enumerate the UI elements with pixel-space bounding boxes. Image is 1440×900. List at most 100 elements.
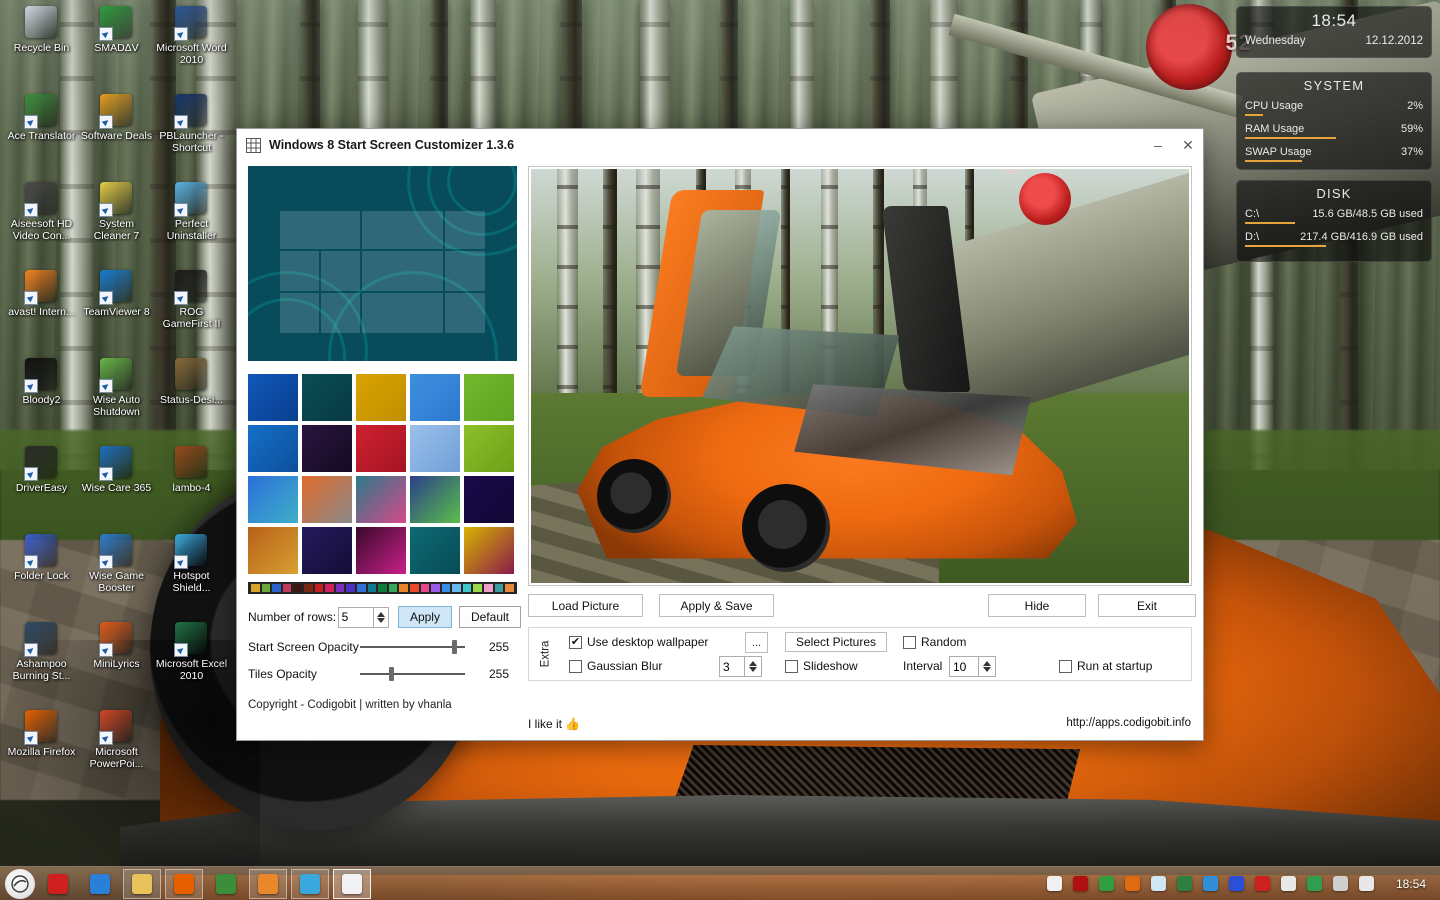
thumb-20[interactable] <box>464 527 514 574</box>
ashampoo-tray-icon[interactable] <box>1122 873 1144 895</box>
desktop-icon-hotspot-shield-icon[interactable]: Hotspot Shield... <box>154 530 229 618</box>
window-titlebar[interactable]: Windows 8 Start Screen Customizer 1.3.6 … <box>237 129 1203 162</box>
gaussian-blur-spinner[interactable] <box>745 656 762 677</box>
color-swatch-7[interactable] <box>325 584 334 592</box>
color-swatch-11[interactable] <box>367 584 377 592</box>
taskbar-internet-explorer-icon[interactable] <box>81 869 119 899</box>
thumb-4[interactable] <box>410 374 460 421</box>
desktop-icon-bloody2-icon[interactable]: Bloody2 <box>4 354 79 442</box>
thumb-16[interactable] <box>248 527 298 574</box>
slider-track[interactable] <box>360 639 465 655</box>
rows-spinner[interactable] <box>373 606 389 628</box>
water-drop-tray-icon[interactable] <box>1148 873 1170 895</box>
color-swatch-15[interactable] <box>409 584 419 592</box>
smadav-tray-icon[interactable] <box>1096 873 1118 895</box>
taskbar-angry-birds-icon[interactable] <box>39 869 77 899</box>
thumb-12[interactable] <box>302 476 352 523</box>
desktop-icon-ace-translator-icon[interactable]: Ace Translator <box>4 90 79 178</box>
color-swatch-0[interactable] <box>251 584 260 592</box>
taskbar-ace-translator-icon[interactable] <box>207 869 245 899</box>
website-link[interactable]: http://apps.codigobit.info <box>1066 717 1191 729</box>
color-swatch-14[interactable] <box>399 584 408 592</box>
i-like-it[interactable]: I like it 👍 <box>528 717 580 731</box>
desktop-icon-system-cleaner-icon[interactable]: System Cleaner 7 <box>79 178 154 266</box>
thumb-6[interactable] <box>248 425 298 472</box>
bloody2-tray-icon[interactable] <box>1070 873 1092 895</box>
start-screen-customizer-tray-icon[interactable] <box>1044 873 1066 895</box>
minimize-button[interactable]: – <box>1143 130 1173 160</box>
thumb-15[interactable] <box>464 476 514 523</box>
wallpaper-thumbnail-grid[interactable] <box>248 374 521 574</box>
thumb-18[interactable] <box>356 527 406 574</box>
desktop-icon-folder-lock-icon[interactable]: Folder Lock <box>4 530 79 618</box>
desktop-icon-recycle-bin-icon[interactable]: Recycle Bin <box>4 2 79 90</box>
slideshow-checkbox[interactable]: Slideshow <box>785 659 858 673</box>
picture-preview-frame[interactable]: 52 <box>528 166 1192 586</box>
color-swatch-3[interactable] <box>282 584 292 592</box>
thumb-7[interactable] <box>302 425 352 472</box>
idm-tray-icon[interactable] <box>1200 873 1222 895</box>
taskbar-firefox-icon[interactable] <box>165 868 203 899</box>
thumb-10[interactable] <box>464 425 514 472</box>
color-swatch-4[interactable] <box>293 584 302 592</box>
desktop-icon-ashampoo-burning-studio-icon[interactable]: Ashampoo Burning St... <box>4 618 79 706</box>
color-swatch-1[interactable] <box>261 584 271 592</box>
taskbar-clock[interactable]: 18:54 <box>1396 877 1426 891</box>
desktop-icon-perfect-uninstaller-icon[interactable]: Perfect Uninstaller <box>154 178 229 266</box>
color-swatch-17[interactable] <box>431 584 440 592</box>
taskbar-media-player-icon[interactable] <box>291 868 329 899</box>
load-picture-button[interactable]: Load Picture <box>528 594 643 617</box>
thumb-11[interactable] <box>248 476 298 523</box>
desktop-icon-avast-icon[interactable]: avast! Intern... <box>4 266 79 354</box>
apply-button[interactable]: Apply <box>397 606 452 628</box>
clock-tray-icon[interactable] <box>1304 873 1326 895</box>
color-swatch-22[interactable] <box>484 584 493 592</box>
thumb-17[interactable] <box>302 527 352 574</box>
desktop-icon-rog-gamefirst-icon[interactable]: ROG GameFirst II <box>154 266 229 354</box>
slider-track[interactable] <box>360 666 465 682</box>
color-swatch-10[interactable] <box>356 584 366 592</box>
start-screen-preview[interactable] <box>248 166 517 361</box>
thumb-8[interactable] <box>356 425 406 472</box>
desktop-icon-firefox-icon[interactable]: Mozilla Firefox <box>4 706 79 794</box>
gaussian-blur-checkbox[interactable]: Gaussian Blur <box>569 659 662 673</box>
exit-button[interactable]: Exit <box>1098 594 1196 617</box>
interval-spinner[interactable] <box>979 656 996 677</box>
desktop-icon-software-deals-icon[interactable]: Software Deals <box>79 90 154 178</box>
thumb-1[interactable] <box>248 374 298 421</box>
color-palette[interactable] <box>248 582 517 594</box>
color-swatch-23[interactable] <box>494 584 504 592</box>
color-swatch-9[interactable] <box>346 584 355 592</box>
desktop-icon-powerpoint-icon[interactable]: Microsoft PowerPoi... <box>79 706 154 794</box>
select-pictures-button[interactable]: Select Pictures <box>785 632 887 652</box>
apply-save-button[interactable]: Apply & Save <box>659 594 774 617</box>
thumb-2[interactable] <box>302 374 352 421</box>
desktop-icon-wise-auto-shutdown-icon[interactable]: Wise Auto Shutdown <box>79 354 154 442</box>
color-swatch-13[interactable] <box>388 584 398 592</box>
color-swatch-24[interactable] <box>505 584 514 592</box>
taskbar-file-explorer-icon[interactable] <box>123 868 161 899</box>
hotspot-shield-tray-icon[interactable] <box>1226 873 1248 895</box>
slider-knob[interactable] <box>452 640 458 654</box>
thumb-14[interactable] <box>410 476 460 523</box>
desktop-icon-minilyrics-icon[interactable]: MiniLyrics <box>79 618 154 706</box>
desktop-icon-wise-care-365-icon[interactable]: Wise Care 365 <box>79 442 154 530</box>
desktop-icon-drivereasy-icon[interactable]: DriverEasy <box>4 442 79 530</box>
desktop-icon-teamviewer-icon[interactable]: TeamViewer 8 <box>79 266 154 354</box>
desktop-icon-status-desi-image-icon[interactable]: Status-Desi... <box>154 354 229 442</box>
network-tray-icon[interactable] <box>1330 873 1352 895</box>
thumb-9[interactable] <box>410 425 460 472</box>
color-swatch-8[interactable] <box>335 584 345 592</box>
browse-wallpaper-button[interactable]: ... <box>745 632 768 653</box>
color-swatch-19[interactable] <box>452 584 461 592</box>
thumb-3[interactable] <box>356 374 406 421</box>
flag-action-center-icon[interactable] <box>1278 873 1300 895</box>
desktop-icon-aiseesoft-icon[interactable]: Aiseesoft HD Video Con... <box>4 178 79 266</box>
thumb-19[interactable] <box>410 527 460 574</box>
desktop-icon-word-icon[interactable]: Microsoft Word 2010 <box>154 2 229 90</box>
desktop-icon-wise-game-booster-icon[interactable]: Wise Game Booster <box>79 530 154 618</box>
interval-input[interactable] <box>949 656 979 677</box>
color-swatch-6[interactable] <box>314 584 324 592</box>
run-at-startup-checkbox[interactable]: Run at startup <box>1059 659 1152 673</box>
ace-translator-tray-icon[interactable] <box>1174 873 1196 895</box>
